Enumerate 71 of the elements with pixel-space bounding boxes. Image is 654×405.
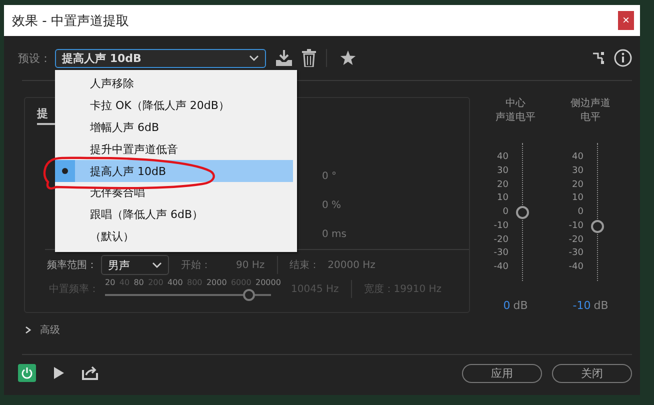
level-slider-track[interactable]	[590, 143, 604, 281]
tick-label: -30	[494, 247, 508, 260]
tick-label: -20	[494, 234, 508, 246]
tick-label: 20	[497, 178, 508, 190]
menu-item[interactable]: 提升中置声道低音	[55, 138, 293, 160]
advanced-section-toggle[interactable]: 高级	[40, 323, 60, 337]
tick-label: -10	[494, 220, 508, 232]
frequency-range-label: 频率范围：	[47, 258, 97, 272]
dialog-button[interactable]: 应用	[462, 364, 542, 382]
tick-label: 10	[572, 192, 584, 204]
tick-label: 0	[502, 206, 508, 218]
level-value: -10	[572, 299, 591, 312]
value-text: 0 %	[322, 199, 342, 213]
meter-label: 声道电平	[496, 111, 536, 125]
meter-label: 中心	[506, 97, 526, 111]
tick-label: 0	[578, 206, 584, 218]
play-icon[interactable]	[54, 367, 64, 379]
chevron-down-icon	[152, 262, 162, 268]
meter-label: 电平	[580, 111, 600, 125]
value-text: 0 °	[322, 170, 338, 184]
tick-label: 40	[572, 151, 584, 163]
dialog-button[interactable]: 关闭	[552, 364, 632, 382]
download-icon[interactable]	[275, 49, 293, 67]
tick-label: -40	[568, 261, 584, 273]
slider-thumb[interactable]	[516, 206, 528, 219]
meter-label: 侧边声道	[570, 97, 610, 111]
value-text: 0 ms	[322, 228, 348, 242]
trash-icon[interactable]	[302, 49, 316, 67]
power-button[interactable]	[18, 364, 36, 382]
level-slider-track[interactable]	[516, 143, 530, 281]
level-unit: dB	[513, 299, 528, 312]
tick-label: -30	[568, 247, 584, 260]
menu-item[interactable]: 人声移除	[55, 73, 293, 95]
level-value: 0	[503, 299, 510, 312]
frequency-range-dropdown[interactable]: 男声	[101, 255, 169, 275]
chevron-right-icon[interactable]	[24, 326, 32, 334]
preset-label: 预设：	[18, 50, 52, 66]
tick-label: 30	[497, 164, 508, 177]
scale-label: 2000	[206, 278, 227, 286]
tick-label: 10	[497, 192, 508, 204]
level-unit: dB	[594, 299, 608, 312]
selected-dot-icon	[62, 168, 68, 174]
menu-item[interactable]: 跟唱（降低人声 6dB）	[55, 204, 293, 226]
scale-label: 80	[134, 278, 144, 286]
slider-thumb[interactable]	[590, 220, 604, 233]
star-icon[interactable]	[340, 50, 356, 66]
menu-item[interactable]: 提高人声 10dB	[55, 160, 293, 182]
routing-icon[interactable]	[593, 52, 605, 64]
slider-thumb[interactable]	[243, 288, 256, 300]
scale-label: 20	[105, 278, 116, 286]
tick-label: 30	[572, 164, 584, 177]
menu-item[interactable]: 增幅人声 6dB	[55, 116, 293, 138]
tick-label: -20	[568, 234, 584, 246]
start-label: 开始：	[181, 259, 212, 272]
chevron-down-icon	[249, 55, 259, 61]
menu-item[interactable]: 卡拉 OK（降低人声 20dB）	[55, 94, 293, 117]
tick-label: -10	[568, 220, 584, 232]
tick-label: -40	[494, 261, 508, 273]
scale-label: 20000	[256, 278, 281, 286]
start-value: 90 Hz	[236, 260, 265, 270]
end-label: 结束：	[290, 258, 321, 272]
scale-label: 400	[168, 278, 183, 286]
export-icon[interactable]	[82, 366, 98, 380]
window-title: 效果 - 中置声道提取	[12, 12, 130, 30]
tick-label: 20	[572, 178, 584, 190]
preset-dropdown[interactable]: 提高人声 10dB	[55, 48, 266, 68]
end-value: 20000 Hz	[328, 260, 376, 270]
info-icon[interactable]	[614, 49, 632, 67]
menu-item[interactable]: （默认）	[55, 226, 293, 248]
tick-label: 40	[497, 151, 508, 163]
close-button[interactable]: ×	[618, 11, 634, 30]
